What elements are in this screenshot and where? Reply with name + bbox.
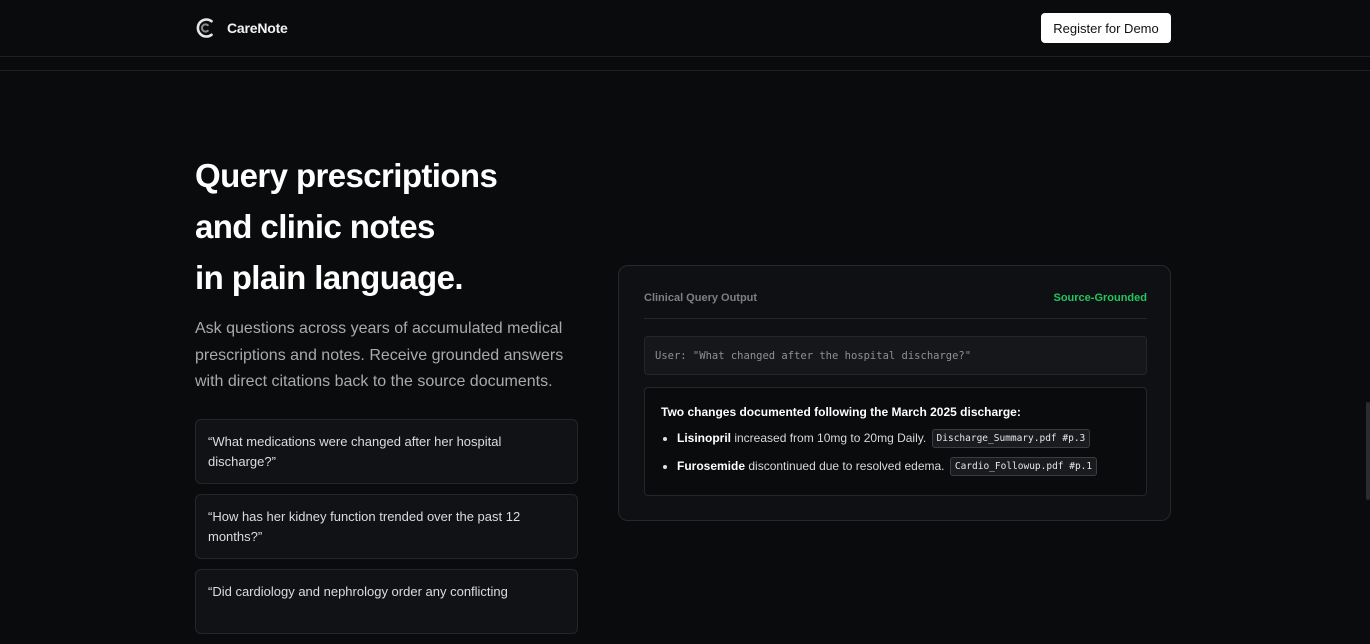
user-query: User: "What changed after the hospital d…	[644, 336, 1147, 375]
answer-item: Lisinopril increased from 10mg to 20mg D…	[661, 429, 1130, 448]
answer-text: discontinued due to resolved edema.	[748, 459, 945, 473]
example-question-card[interactable]: “How has her kidney function trended ove…	[195, 494, 578, 559]
hero-title-line: Query prescriptions	[195, 157, 498, 194]
clinical-query-panel: Clinical Query Output Source-Grounded Us…	[618, 265, 1171, 521]
divider	[0, 70, 1370, 71]
register-demo-button[interactable]: Register for Demo	[1041, 13, 1171, 43]
citation-chip[interactable]: Discharge_Summary.pdf #p.3	[931, 429, 1091, 448]
drug-name: Furosemide	[677, 459, 746, 473]
panel-title: Clinical Query Output	[644, 292, 758, 304]
example-question-card[interactable]: “What medications were changed after her…	[195, 419, 578, 484]
status-badge: Source-Grounded	[1053, 292, 1147, 304]
brand-name: CareNote	[227, 20, 288, 36]
hero-title: Query prescriptions and clinic notes in …	[195, 150, 615, 303]
hero-title-line: in plain language.	[195, 259, 464, 296]
hero-title-line: and clinic notes	[195, 208, 435, 245]
answer-item: Furosemide discontinued due to resolved …	[661, 457, 1130, 476]
hero-subtitle: Ask questions across years of accumulate…	[195, 320, 564, 390]
carenote-logo-icon	[196, 18, 213, 38]
scrollbar-thumb[interactable]	[1366, 402, 1370, 500]
answer-box: Two changes documented following the Mar…	[644, 387, 1147, 496]
citation-chip[interactable]: Cardio_Followup.pdf #p.1	[949, 457, 1098, 476]
top-navbar: CareNote Register for Demo	[0, 0, 1370, 57]
answer-heading: Two changes documented following the Mar…	[661, 405, 1021, 419]
brand[interactable]: CareNote	[195, 16, 288, 40]
answer-text: increased from 10mg to 20mg Daily.	[734, 431, 927, 445]
example-question-card[interactable]: “Did cardiology and nephrology order any…	[195, 569, 578, 634]
drug-name: Lisinopril	[677, 431, 731, 445]
panel-header: Clinical Query Output Source-Grounded	[644, 292, 1147, 319]
example-questions: “What medications were changed after her…	[195, 419, 578, 644]
answer-list: Lisinopril increased from 10mg to 20mg D…	[661, 429, 1130, 476]
scrollbar[interactable]	[1364, 0, 1370, 603]
